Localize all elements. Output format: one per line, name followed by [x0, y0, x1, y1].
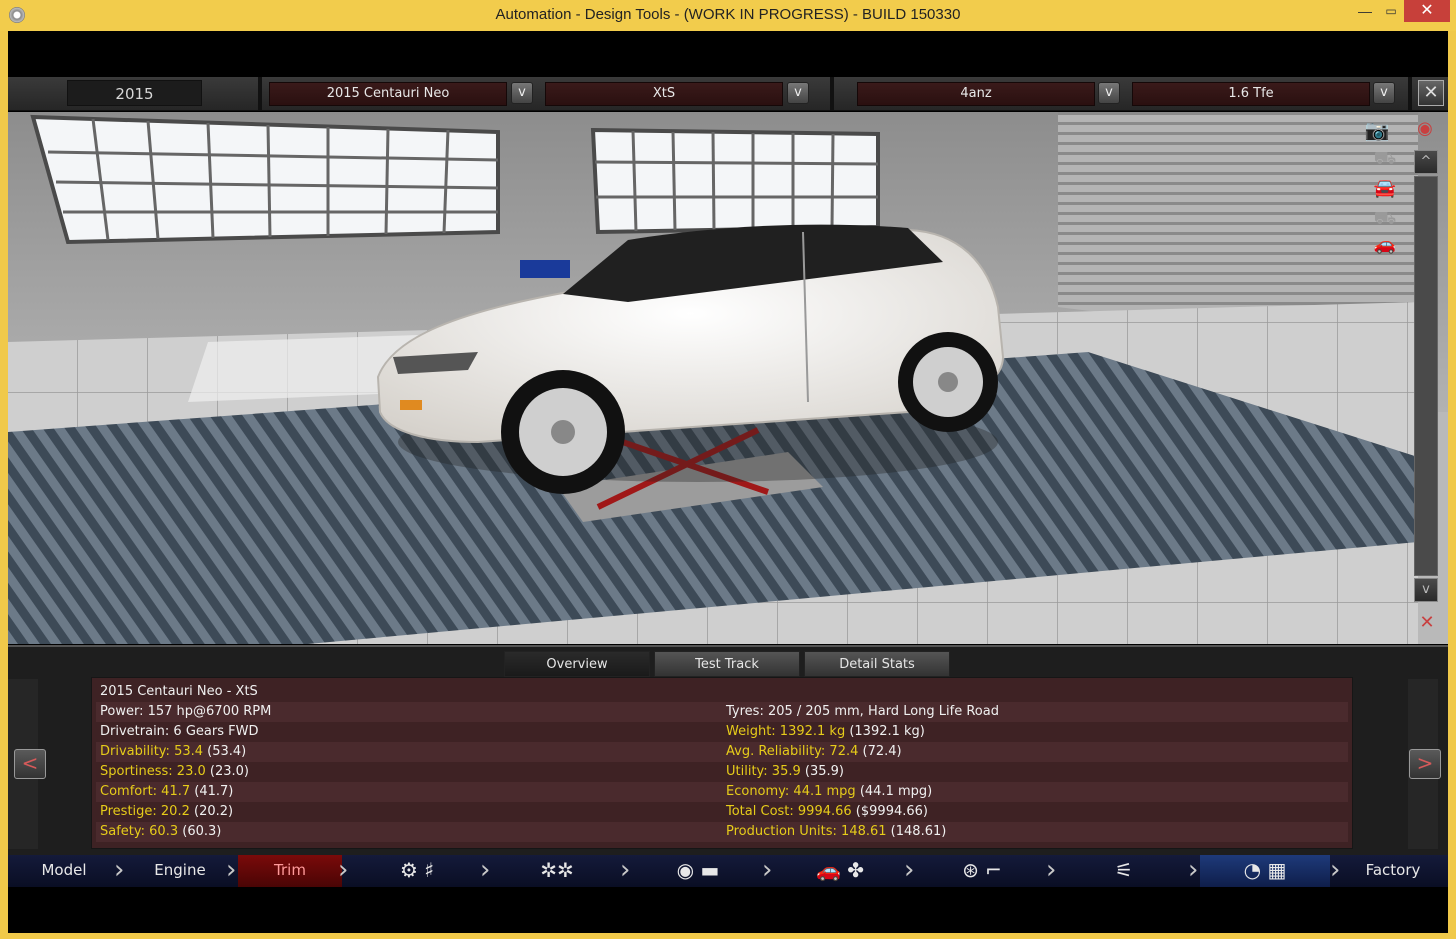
close-designer-button[interactable]: ✕ [1418, 80, 1444, 106]
drivability-stat: Drivability: 53.4 (53.4) [100, 744, 247, 759]
stat-row: Drivetrain: 6 Gears FWD Weight: 1392.1 k… [96, 722, 1348, 742]
selector-bar: 2015 2015 Centauri Neo v XtS v 4anz v 1.… [8, 77, 1448, 111]
comfort-stat: Comfort: 41.7 (41.7) [100, 784, 234, 799]
zoom-scrollbar[interactable] [1414, 176, 1438, 576]
utility-stat: Utility: 35.9 (35.9) [726, 764, 844, 779]
trim-select[interactable]: XtS [545, 82, 783, 106]
economy-stat: Economy: 44.1 mpg (44.1 mpg) [726, 784, 933, 799]
rear-view-icon[interactable]: ⛟ [1370, 208, 1400, 229]
chevron-right-icon: › [114, 855, 125, 885]
window-title: Automation - Design Tools - (WORK IN PRO… [495, 6, 961, 23]
close-window-button[interactable]: ✕ [1404, 0, 1450, 22]
client-area: 2015 2015 Centauri Neo v XtS v 4anz v 1.… [8, 31, 1448, 933]
engine-variant-dropdown-button[interactable]: v [1373, 82, 1395, 104]
checkered-flag-icon: ◔ ▦ [1243, 858, 1287, 882]
nav-interior[interactable]: ⊛ ⌐ [922, 855, 1042, 887]
gearbox-icon: ⚙ ♯ [400, 858, 434, 882]
engine-family-select[interactable]: 4anz [857, 82, 1095, 106]
nav-factory[interactable]: Factory [1348, 855, 1438, 887]
nav-wheels[interactable]: ✲✲ [498, 855, 616, 887]
garage-scene [8, 112, 1448, 644]
stat-row: Drivability: 53.4 (53.4) Avg. Reliabilit… [96, 742, 1348, 762]
safety-stat: Safety: 60.3 (60.3) [100, 824, 222, 839]
minimize-button[interactable]: — [1350, 0, 1380, 22]
wheels-icon: ✲✲ [540, 858, 574, 882]
front-view-icon[interactable]: ⛟ [1370, 148, 1400, 169]
nav-engine[interactable]: Engine [130, 855, 230, 887]
nav-trim[interactable]: Trim [238, 855, 342, 887]
tab-overview[interactable]: Overview [504, 651, 650, 677]
stat-row: 2015 Centauri Neo - XtS [96, 682, 1348, 702]
aero-icon: 🚗 ✤ [815, 858, 865, 882]
drivetrain-stat: Drivetrain: 6 Gears FWD [100, 724, 259, 739]
camera-icon[interactable]: 📷 [1362, 118, 1392, 142]
next-car-button[interactable]: > [1409, 749, 1441, 779]
title-bar[interactable]: Automation - Design Tools - (WORK IN PRO… [0, 0, 1456, 31]
designer-nav: Model › Engine › Trim › ⚙ ♯ › ✲✲ › ◉ ▬ ›… [8, 855, 1448, 887]
chevron-right-icon: › [904, 855, 915, 885]
chevron-right-icon: › [762, 855, 773, 885]
steering-wheel-icon: ⊛ ⌐ [962, 858, 1002, 882]
model-dropdown-button[interactable]: v [511, 82, 533, 104]
total-cost-stat: Total Cost: 9994.66 ($9994.66) [726, 804, 928, 819]
tyres-stat: Tyres: 205 / 205 mm, Hard Long Life Road [726, 704, 999, 719]
trim-dropdown-button[interactable]: v [787, 82, 809, 104]
model-select[interactable]: 2015 Centauri Neo [269, 82, 507, 106]
divider [1408, 77, 1412, 111]
maximize-button[interactable]: ▭ [1378, 0, 1404, 22]
year-display: 2015 [67, 80, 202, 106]
nav-body[interactable]: ◉ ▬ [638, 855, 758, 887]
stat-row: Power: 157 hp@6700 RPM Tyres: 205 / 205 … [96, 702, 1348, 722]
stat-row: Prestige: 20.2 (20.2) Total Cost: 9994.6… [96, 802, 1348, 822]
chevron-right-icon: › [1330, 855, 1341, 885]
chevron-right-icon: › [338, 855, 349, 885]
nav-testing[interactable]: ◔ ▦ [1200, 855, 1330, 887]
tab-test-track[interactable]: Test Track [654, 651, 800, 677]
nav-gearbox[interactable]: ⚙ ♯ [358, 855, 476, 887]
sportiness-stat: Sportiness: 23.0 (23.0) [100, 764, 249, 779]
app-window: Automation - Design Tools - (WORK IN PRO… [0, 0, 1456, 939]
power-stat: Power: 157 hp@6700 RPM [100, 704, 272, 719]
body-icon: ◉ ▬ [676, 858, 720, 882]
chevron-right-icon: › [620, 855, 631, 885]
car-name: 2015 Centauri Neo - XtS [100, 684, 258, 699]
top-view-icon[interactable]: 🚗 [1370, 234, 1400, 255]
prev-car-button[interactable]: < [14, 749, 46, 779]
nav-model[interactable]: Model [8, 855, 120, 887]
production-units-stat: Production Units: 148.61 (148.61) [726, 824, 947, 839]
tab-detail-stats[interactable]: Detail Stats [804, 651, 950, 677]
divider [830, 77, 834, 111]
scroll-up-button[interactable]: ^ [1414, 150, 1438, 174]
chevron-right-icon: › [480, 855, 491, 885]
stat-row: Comfort: 41.7 (41.7) Economy: 44.1 mpg (… [96, 782, 1348, 802]
reliability-stat: Avg. Reliability: 72.4 (72.4) [726, 744, 902, 759]
divider [258, 77, 262, 111]
nav-suspension[interactable]: ⚟ [1064, 855, 1184, 887]
engine-variant-select[interactable]: 1.6 Tfe [1132, 82, 1370, 106]
scroll-down-button[interactable]: v [1414, 578, 1438, 602]
reset-view-icon[interactable]: ✕ [1412, 612, 1442, 633]
engine-family-dropdown-button[interactable]: v [1098, 82, 1120, 104]
chevron-right-icon: › [1046, 855, 1057, 885]
eye-icon[interactable]: ◉ [1410, 118, 1440, 139]
nav-aero[interactable]: 🚗 ✤ [780, 855, 900, 887]
side-view-icon[interactable]: 🚘 [1370, 178, 1400, 199]
stat-row: Safety: 60.3 (60.3) Production Units: 14… [96, 822, 1348, 842]
stat-row: Sportiness: 23.0 (23.0) Utility: 35.9 (3… [96, 762, 1348, 782]
suspension-icon: ⚟ [1115, 858, 1133, 882]
weight-stat: Weight: 1392.1 kg (1392.1 kg) [726, 724, 925, 739]
info-panel: Overview Test Track Detail Stats < > 201… [8, 645, 1448, 855]
car-viewport[interactable]: 📷 ◉ ⛟ 🚘 ⛟ 🚗 ^ v ✕ [8, 112, 1448, 644]
prestige-stat: Prestige: 20.2 (20.2) [100, 804, 234, 819]
stats-summary: 2015 Centauri Neo - XtS Power: 157 hp@67… [91, 677, 1353, 849]
